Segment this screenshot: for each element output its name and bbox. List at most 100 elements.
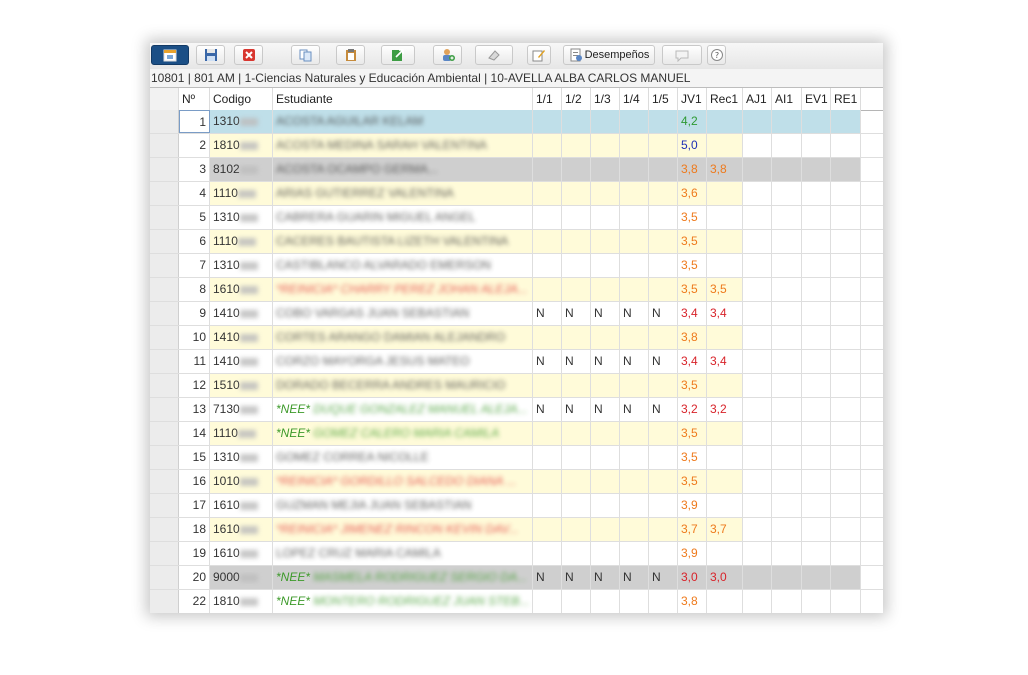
aj1-cell[interactable]	[743, 134, 772, 157]
ai1-cell[interactable]	[772, 542, 802, 565]
rec1-cell[interactable]: 3,8	[707, 158, 743, 181]
jv1-cell[interactable]: 3,5	[678, 254, 707, 277]
grade-cell[interactable]	[649, 182, 678, 205]
re1-cell[interactable]	[831, 470, 861, 493]
g14-header[interactable]: 1/4	[620, 88, 649, 110]
ai1-cell[interactable]	[772, 302, 802, 325]
ev1-cell[interactable]	[802, 542, 831, 565]
re1-cell[interactable]	[831, 374, 861, 397]
jv1-cell[interactable]: 3,4	[678, 350, 707, 373]
table-row[interactable]: 9 1410 COBO VARGAS JUAN SEBASTIAN N N N N N 3,4 3…	[150, 302, 883, 326]
calendar-button[interactable]	[151, 45, 189, 65]
grade-cell[interactable]	[591, 470, 620, 493]
export-button[interactable]	[381, 45, 415, 65]
table-row[interactable]: 10 1410 CORTES ARANGO DAMIAN ALEJANDRO 3,8	[150, 326, 883, 350]
grade-cell[interactable]	[591, 182, 620, 205]
aj1-cell[interactable]	[743, 110, 772, 133]
jv1-cell[interactable]: 5,0	[678, 134, 707, 157]
grade-cell[interactable]	[562, 446, 591, 469]
grade-cell[interactable]: N	[620, 350, 649, 373]
jv1-cell[interactable]: 3,8	[678, 326, 707, 349]
grade-cell[interactable]	[562, 470, 591, 493]
rec1-cell[interactable]: 3,5	[707, 278, 743, 301]
aj1-cell[interactable]	[743, 278, 772, 301]
table-row[interactable]: 18 1610 *REINICIA* JIMENEZ RINCON KEVIN DA…	[150, 518, 883, 542]
rec1-cell[interactable]	[707, 494, 743, 517]
table-row[interactable]: 15 1310 GOMEZ CORREA NICOLLE 3,5	[150, 446, 883, 470]
re1-cell[interactable]	[831, 566, 861, 589]
grade-cell[interactable]: N	[591, 350, 620, 373]
ai1-cell[interactable]	[772, 374, 802, 397]
grade-cell[interactable]	[620, 134, 649, 157]
re1-cell[interactable]	[831, 182, 861, 205]
table-row[interactable]: 14 1110 *NEE* GOMEZ CALERO MARIA CAMILA 3,5	[150, 422, 883, 446]
grade-cell[interactable]	[620, 158, 649, 181]
re1-cell[interactable]	[831, 110, 861, 133]
table-row[interactable]: 5 1310 CABRERA GUARIN MIGUEL ANGEL 3,5	[150, 206, 883, 230]
comment-button[interactable]	[662, 45, 702, 65]
ev1-cell[interactable]	[802, 566, 831, 589]
jv1-cell[interactable]: 4,2	[678, 110, 707, 133]
jv1-cell[interactable]: 3,9	[678, 542, 707, 565]
aj1-cell[interactable]	[743, 494, 772, 517]
ev1-cell[interactable]	[802, 230, 831, 253]
aj1-cell[interactable]	[743, 542, 772, 565]
grade-cell[interactable]	[649, 134, 678, 157]
ev1-cell[interactable]	[802, 470, 831, 493]
ev1-cell[interactable]	[802, 206, 831, 229]
ai1-cell[interactable]	[772, 158, 802, 181]
grade-cell[interactable]	[591, 422, 620, 445]
grade-cell[interactable]: N	[649, 302, 678, 325]
rec1-cell[interactable]	[707, 470, 743, 493]
grade-cell[interactable]	[533, 278, 562, 301]
grade-cell[interactable]	[533, 134, 562, 157]
grade-cell[interactable]	[649, 446, 678, 469]
grade-cell[interactable]	[591, 206, 620, 229]
ai1-cell[interactable]	[772, 206, 802, 229]
jv1-cell[interactable]: 3,5	[678, 374, 707, 397]
table-row[interactable]: 13 7130 *NEE* DUQUE GONZALEZ MANUEL ALEJA.…	[150, 398, 883, 422]
rec1-cell[interactable]	[707, 182, 743, 205]
grade-cell[interactable]	[620, 182, 649, 205]
ev1-cell[interactable]	[802, 134, 831, 157]
rec1-cell[interactable]: 3,4	[707, 350, 743, 373]
grade-cell[interactable]	[591, 158, 620, 181]
re1-header[interactable]: RE1	[831, 88, 861, 110]
ev1-cell[interactable]	[802, 110, 831, 133]
ev1-header[interactable]: EV1	[802, 88, 831, 110]
rec1-cell[interactable]	[707, 134, 743, 157]
grade-cell[interactable]	[533, 494, 562, 517]
jv1-cell[interactable]: 3,4	[678, 302, 707, 325]
re1-cell[interactable]	[831, 302, 861, 325]
ai1-cell[interactable]	[772, 326, 802, 349]
grade-cell[interactable]: N	[533, 302, 562, 325]
grade-cell[interactable]	[649, 254, 678, 277]
grade-cell[interactable]	[591, 134, 620, 157]
grade-cell[interactable]	[562, 326, 591, 349]
aj1-cell[interactable]	[743, 470, 772, 493]
cancel-button[interactable]	[234, 45, 263, 65]
ev1-cell[interactable]	[802, 590, 831, 613]
table-row[interactable]: 1 1310 ACOSTA AGUILAR KELAM 4,2	[150, 110, 883, 134]
re1-cell[interactable]	[831, 230, 861, 253]
edit-button[interactable]	[527, 45, 551, 65]
grade-cell[interactable]	[533, 446, 562, 469]
grade-cell[interactable]	[649, 542, 678, 565]
ai1-cell[interactable]	[772, 398, 802, 421]
grade-cell[interactable]	[591, 278, 620, 301]
grade-cell[interactable]	[562, 254, 591, 277]
aj1-cell[interactable]	[743, 590, 772, 613]
rec1-cell[interactable]	[707, 206, 743, 229]
rec1-cell[interactable]: 3,4	[707, 302, 743, 325]
grade-cell[interactable]	[562, 278, 591, 301]
grade-cell[interactable]: N	[620, 302, 649, 325]
jv1-cell[interactable]: 3,6	[678, 182, 707, 205]
re1-cell[interactable]	[831, 446, 861, 469]
table-row[interactable]: 12 1510 DORADO BECERRA ANDRES MAURICIO 3,5	[150, 374, 883, 398]
ev1-cell[interactable]	[802, 398, 831, 421]
copy-button[interactable]	[291, 45, 320, 65]
re1-cell[interactable]	[831, 350, 861, 373]
grade-cell[interactable]	[649, 470, 678, 493]
code-header[interactable]: Codigo	[210, 88, 273, 110]
ev1-cell[interactable]	[802, 518, 831, 541]
